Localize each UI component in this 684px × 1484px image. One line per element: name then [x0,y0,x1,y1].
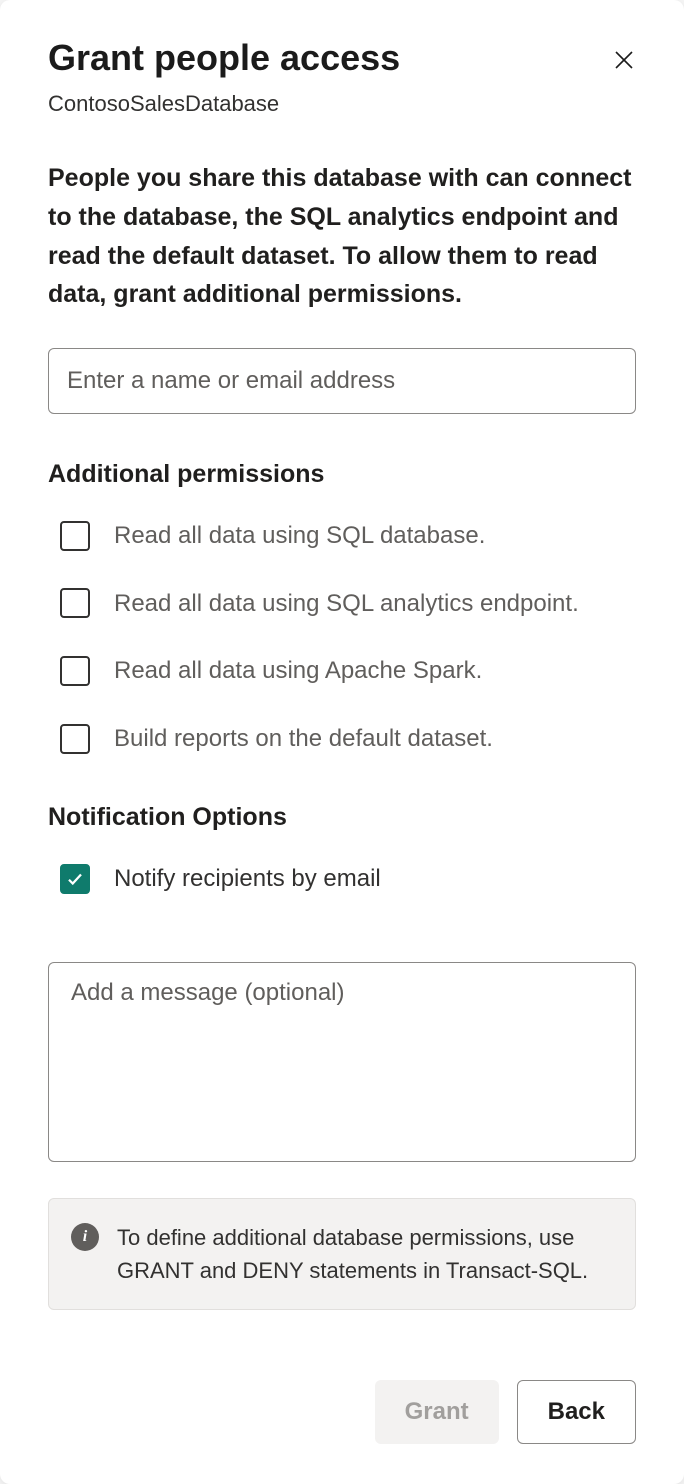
dialog-subtitle: ContosoSalesDatabase [48,91,636,117]
grant-access-dialog: Grant people access ContosoSalesDatabase… [0,0,684,1484]
permissions-section-title: Additional permissions [48,460,636,489]
close-icon [612,48,636,72]
checkbox-icon [60,656,90,686]
info-banner: i To define additional database permissi… [48,1198,636,1310]
notify-checkbox[interactable]: Notify recipients by email [48,862,636,896]
back-button[interactable]: Back [517,1380,636,1444]
checkbox-label: Read all data using Apache Spark. [114,654,482,688]
permission-checkbox-build-reports[interactable]: Build reports on the default dataset. [48,722,636,756]
info-text: To define additional database permission… [117,1221,613,1287]
dialog-header: Grant people access [48,36,636,83]
dialog-description: People you share this database with can … [48,159,636,314]
permissions-list: Read all data using SQL database. Read a… [48,519,636,755]
dialog-footer: Grant Back [48,1340,636,1444]
checkbox-label: Read all data using SQL database. [114,519,485,553]
checkbox-icon [60,588,90,618]
checkbox-label: Read all data using SQL analytics endpoi… [114,587,579,621]
checkbox-label: Notify recipients by email [114,862,381,896]
message-textarea[interactable] [48,962,636,1162]
name-email-input[interactable] [48,348,636,414]
notification-section-title: Notification Options [48,803,636,832]
dialog-title: Grant people access [48,36,400,79]
info-icon: i [71,1223,99,1251]
close-button[interactable] [604,40,644,83]
permission-checkbox-spark[interactable]: Read all data using Apache Spark. [48,654,636,688]
checkbox-icon [60,724,90,754]
permission-checkbox-sql-analytics[interactable]: Read all data using SQL analytics endpoi… [48,587,636,621]
checkbox-label: Build reports on the default dataset. [114,722,493,756]
permission-checkbox-sql-database[interactable]: Read all data using SQL database. [48,519,636,553]
checkbox-checked-icon [60,864,90,894]
grant-button[interactable]: Grant [375,1380,499,1444]
checkbox-icon [60,521,90,551]
